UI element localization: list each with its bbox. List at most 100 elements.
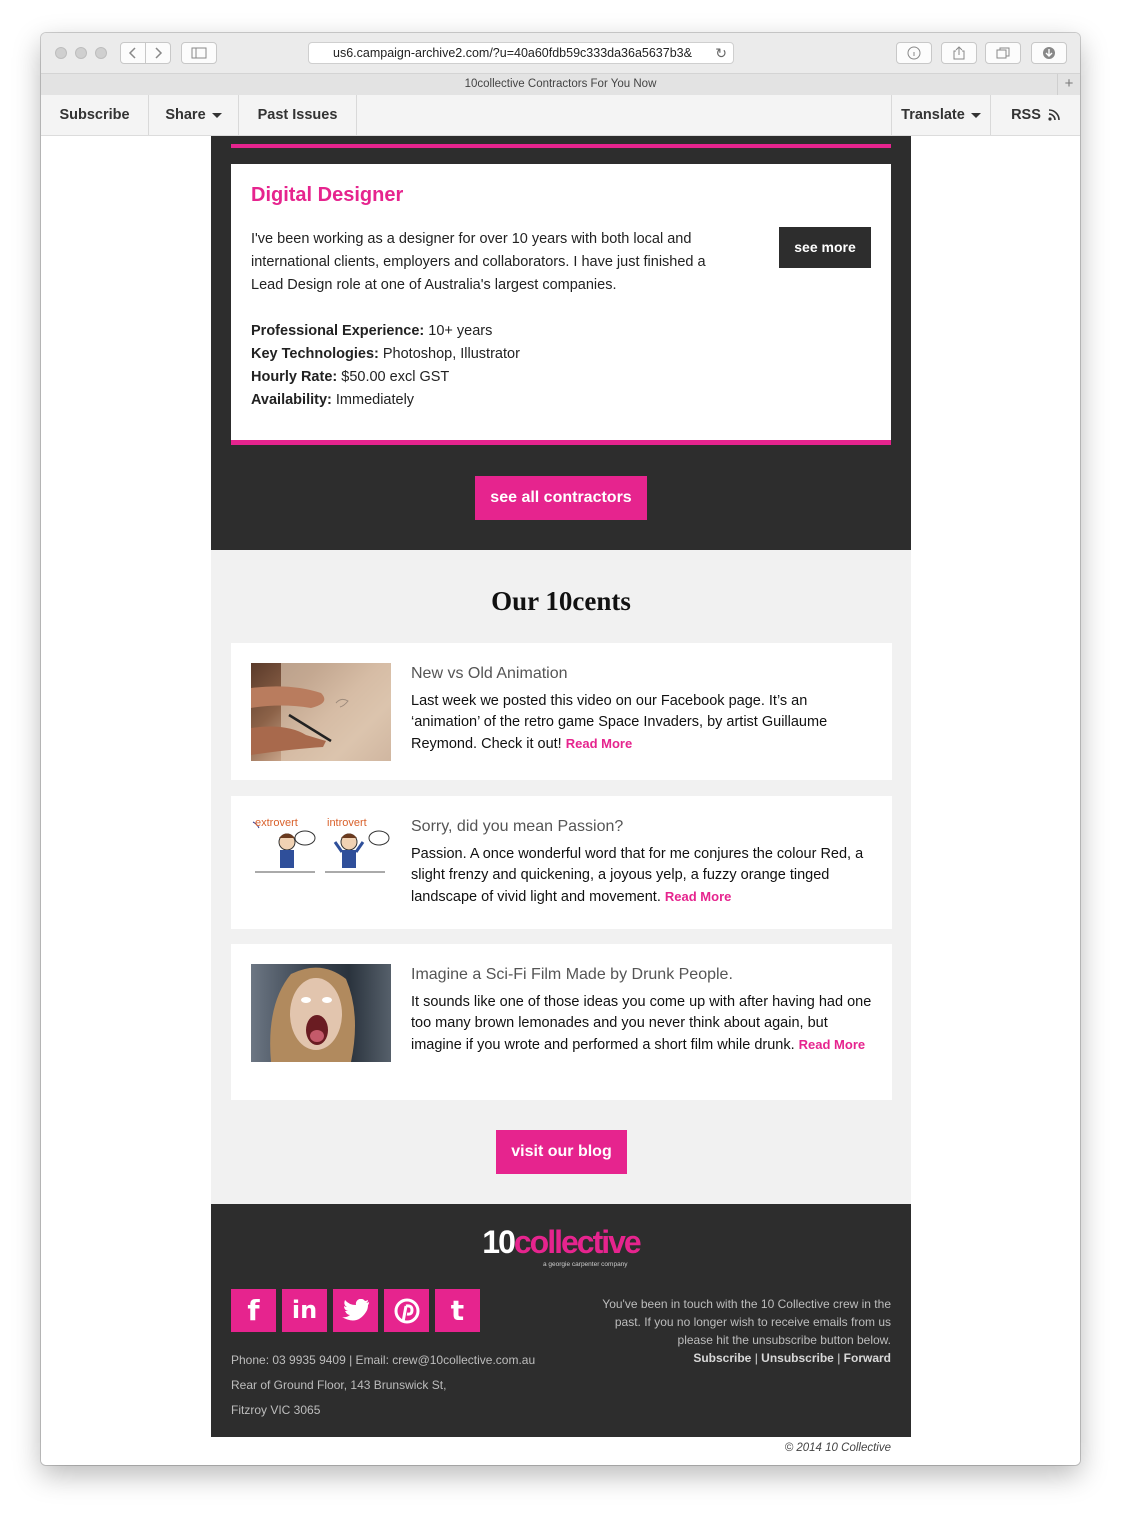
rss-label: RSS bbox=[1011, 107, 1041, 123]
field-value: 10+ years bbox=[428, 323, 493, 339]
blog-post-title[interactable]: Imagine a Sci-Fi Film Made by Drunk Peop… bbox=[411, 966, 733, 984]
field-label: Hourly Rate: bbox=[251, 369, 338, 385]
contractor-description: I've been working as a designer for over… bbox=[251, 231, 706, 293]
address-line: Rear of Ground Floor, 143 Brunswick St, bbox=[231, 1378, 447, 1392]
address-text: us6.campaign-archive2.com/?u=40a60fdb59c… bbox=[333, 46, 692, 60]
unsubscribe-link[interactable]: Unsubscribe bbox=[761, 1351, 834, 1365]
downloads-button[interactable] bbox=[1031, 42, 1067, 64]
translate-menu[interactable]: Translate bbox=[891, 95, 991, 135]
tab-title[interactable]: 10collective Contractors For You Now bbox=[465, 78, 657, 90]
new-tab-button[interactable]: + bbox=[1057, 74, 1080, 95]
address-line: Fitzroy VIC 3065 bbox=[231, 1403, 321, 1417]
address-bar[interactable]: us6.campaign-archive2.com/?u=40a60fdb59c… bbox=[308, 42, 734, 64]
zoom-window-button[interactable] bbox=[95, 47, 107, 59]
back-button[interactable] bbox=[120, 42, 146, 64]
info-icon bbox=[907, 46, 921, 60]
rate-row: Hourly Rate: $50.00 excl GST bbox=[251, 366, 520, 389]
logo-tagline: a georgie carpenter company bbox=[543, 1261, 628, 1268]
separator: | bbox=[837, 1351, 841, 1365]
blog-post-card: Imagine a Sci-Fi Film Made by Drunk Peop… bbox=[231, 944, 892, 1100]
reader-button[interactable] bbox=[896, 42, 932, 64]
past-issues-link[interactable]: Past Issues bbox=[239, 95, 357, 135]
extrovert-introvert-cartoon: extrovert introvert bbox=[252, 817, 390, 873]
caret-down-icon bbox=[211, 112, 222, 118]
read-more-link[interactable]: Read More bbox=[566, 736, 632, 751]
blog-post-card: New vs Old Animation Last week we posted… bbox=[231, 643, 892, 780]
pinterest-icon bbox=[394, 1298, 419, 1324]
contact-line: Phone: 03 9935 9409 | Email: crew@10coll… bbox=[231, 1353, 536, 1367]
field-value: $50.00 excl GST bbox=[341, 369, 450, 385]
blog-post-title[interactable]: New vs Old Animation bbox=[411, 665, 568, 683]
read-more-link[interactable]: Read More bbox=[799, 1037, 865, 1052]
logo-word: collective bbox=[513, 1224, 642, 1260]
close-window-button[interactable] bbox=[55, 47, 67, 59]
forward-button[interactable] bbox=[145, 42, 171, 64]
caret-down-icon bbox=[970, 112, 981, 118]
rss-link[interactable]: RSS bbox=[991, 95, 1080, 135]
pink-divider bbox=[231, 144, 891, 148]
blog-post-excerpt: It sounds like one of those ideas you co… bbox=[411, 992, 876, 1056]
availability-row: Availability: Immediately bbox=[251, 389, 520, 412]
facebook-icon: f bbox=[247, 1294, 260, 1327]
field-label: Professional Experience: bbox=[251, 323, 425, 339]
contractor-details: Professional Experience: 10+ years Key T… bbox=[251, 320, 520, 412]
reload-icon[interactable]: ↻ bbox=[715, 43, 727, 63]
blog-post-title[interactable]: Sorry, did you mean Passion? bbox=[411, 818, 623, 836]
twitter-icon bbox=[341, 1298, 369, 1321]
screaming-woman-image bbox=[270, 967, 355, 1062]
linkedin-button[interactable]: in bbox=[282, 1289, 327, 1332]
contractor-section: Digital Designer I've been working as a … bbox=[211, 136, 911, 550]
translate-label: Translate bbox=[901, 107, 965, 123]
footer: 10collective a georgie carpenter company… bbox=[211, 1204, 911, 1437]
browser-window: us6.campaign-archive2.com/?u=40a60fdb59c… bbox=[41, 33, 1080, 1465]
animation-thumbnail[interactable] bbox=[251, 663, 391, 761]
footer-logo[interactable]: 10collective a georgie carpenter company bbox=[211, 1224, 911, 1268]
contact-info: Phone: 03 9935 9409 | Email: crew@10coll… bbox=[231, 1348, 535, 1423]
see-more-button[interactable]: see more bbox=[779, 227, 871, 268]
rss-icon bbox=[1048, 109, 1060, 121]
footer-subscribe-link[interactable]: Subscribe bbox=[693, 1351, 751, 1365]
tabs-button[interactable] bbox=[985, 42, 1021, 64]
notice-text: You've been in touch with the 10 Collect… bbox=[602, 1297, 891, 1347]
share-label: Share bbox=[165, 107, 206, 123]
forward-link[interactable]: Forward bbox=[844, 1351, 891, 1365]
extrovert-label: extrovert bbox=[255, 817, 298, 829]
excerpt-text: Passion. A once wonderful word that for … bbox=[411, 846, 864, 905]
pink-divider bbox=[231, 440, 891, 445]
pinterest-button[interactable] bbox=[384, 1289, 429, 1332]
share-icon bbox=[953, 46, 965, 60]
scifi-thumbnail[interactable] bbox=[251, 964, 391, 1062]
copyright: © 2014 10 Collective bbox=[784, 1442, 891, 1454]
minimize-window-button[interactable] bbox=[75, 47, 87, 59]
blog-section: Our 10cents New vs Old Animation Last we… bbox=[211, 550, 911, 1204]
tumblr-icon: t bbox=[450, 1294, 465, 1327]
tabs-icon bbox=[996, 47, 1010, 59]
sidebar-icon bbox=[191, 47, 207, 59]
download-icon bbox=[1043, 47, 1055, 59]
linkedin-icon: in bbox=[291, 1296, 318, 1324]
subscribe-link[interactable]: Subscribe bbox=[41, 95, 149, 135]
field-value: Immediately bbox=[335, 392, 415, 408]
logo-number: 10 bbox=[482, 1224, 516, 1260]
drawing-hands-image bbox=[251, 663, 391, 761]
contractor-card: Digital Designer I've been working as a … bbox=[231, 164, 891, 440]
chevron-right-icon bbox=[155, 47, 163, 59]
read-more-link[interactable]: Read More bbox=[665, 889, 731, 904]
browser-toolbar: us6.campaign-archive2.com/?u=40a60fdb59c… bbox=[41, 33, 1080, 74]
facebook-button[interactable]: f bbox=[231, 1289, 276, 1332]
see-all-contractors-button[interactable]: see all contractors bbox=[475, 476, 647, 520]
passion-thumbnail[interactable]: extrovert introvert bbox=[251, 816, 391, 914]
share-menu[interactable]: Share bbox=[149, 95, 239, 135]
introvert-label: introvert bbox=[327, 817, 367, 829]
field-value: Photoshop, Illustrator bbox=[382, 346, 520, 362]
visit-blog-button[interactable]: visit our blog bbox=[496, 1130, 627, 1174]
twitter-button[interactable] bbox=[333, 1289, 378, 1332]
blog-heading: Our 10cents bbox=[491, 586, 631, 616]
contractor-title: Digital Designer bbox=[251, 184, 404, 206]
unsubscribe-notice: You've been in touch with the 10 Collect… bbox=[596, 1295, 891, 1367]
blog-post-excerpt: Last week we posted this video on our Fa… bbox=[411, 691, 876, 755]
sidebar-button[interactable] bbox=[181, 42, 217, 64]
share-toolbar-button[interactable] bbox=[941, 42, 977, 64]
chevron-left-icon bbox=[128, 47, 136, 59]
tumblr-button[interactable]: t bbox=[435, 1289, 480, 1332]
